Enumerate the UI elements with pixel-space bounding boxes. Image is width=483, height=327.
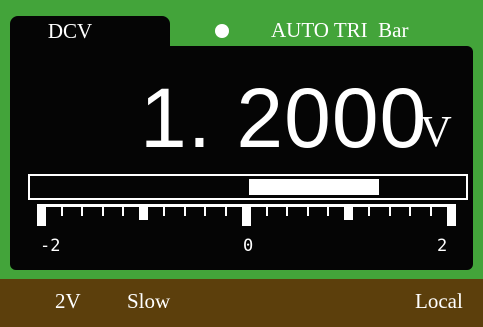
scale-tick bbox=[122, 204, 124, 216]
scale-label-max: 2 bbox=[437, 236, 448, 256]
scale-tick bbox=[344, 204, 353, 220]
bar-graph-scale: -2 0 2 bbox=[10, 46, 473, 270]
scale-tick bbox=[101, 204, 104, 216]
scale-tick bbox=[265, 204, 268, 216]
scale-tick bbox=[60, 204, 63, 216]
scale-tick bbox=[286, 204, 288, 216]
scale-tick bbox=[139, 204, 148, 220]
scale-tick bbox=[409, 204, 411, 216]
range-softkey[interactable]: 2V bbox=[55, 289, 81, 314]
function-mode-tab[interactable]: DCV bbox=[10, 16, 170, 50]
scale-tick bbox=[429, 204, 432, 216]
scale-tick bbox=[183, 204, 186, 216]
speed-softkey[interactable]: Slow bbox=[127, 289, 170, 314]
scale-label-min: -2 bbox=[40, 236, 61, 256]
multimeter-screen: DCV AUTO TRI Bar 1. 2000 V -2 0 2 2V Slo… bbox=[0, 0, 483, 327]
scale-tick bbox=[241, 204, 251, 226]
scale-tick bbox=[81, 204, 83, 216]
function-mode-label: DCV bbox=[47, 19, 93, 43]
scale-tick bbox=[306, 204, 309, 216]
scale-tick bbox=[388, 204, 391, 216]
scale-tick bbox=[224, 204, 227, 216]
softkey-bar: 2V Slow Local bbox=[0, 279, 483, 327]
main-display: 1. 2000 V -2 0 2 bbox=[10, 46, 473, 270]
scale-label-zero: 0 bbox=[243, 236, 254, 256]
scale-tick bbox=[163, 204, 165, 216]
scale-tick bbox=[204, 204, 206, 216]
scale-tick bbox=[327, 204, 329, 216]
trigger-indicator-icon bbox=[215, 24, 229, 38]
scale-tick bbox=[368, 204, 370, 216]
status-bar: DCV AUTO TRI Bar bbox=[0, 0, 483, 50]
scale-tick bbox=[446, 204, 456, 226]
scale-tick bbox=[36, 204, 46, 226]
status-text: AUTO TRI Bar bbox=[271, 18, 409, 42]
local-softkey[interactable]: Local bbox=[415, 289, 463, 314]
